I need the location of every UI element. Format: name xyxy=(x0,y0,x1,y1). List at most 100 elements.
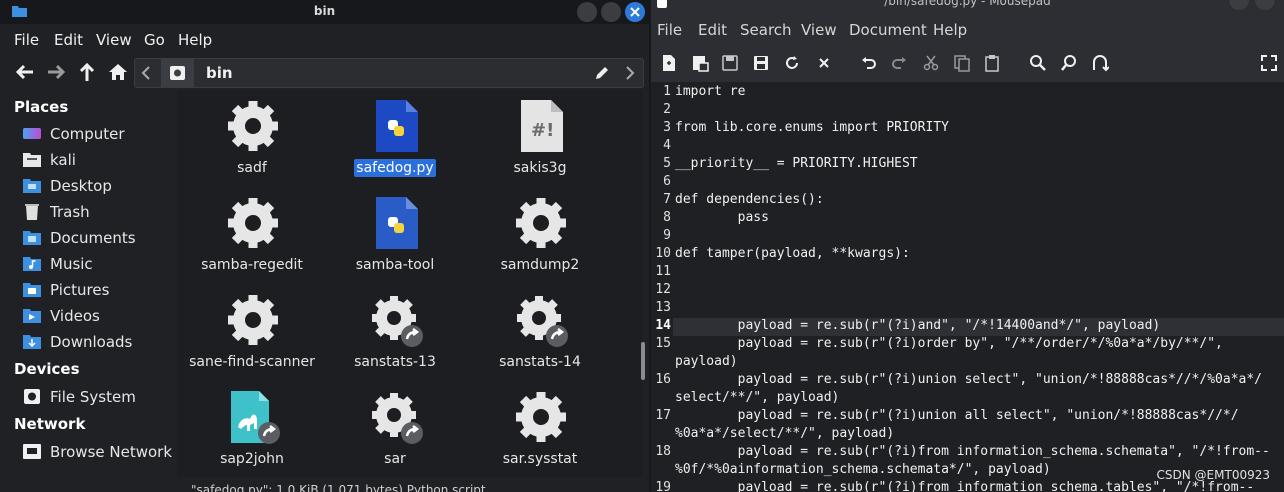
chevron-left-icon[interactable] xyxy=(141,66,151,80)
maximize-button[interactable] xyxy=(1255,0,1275,10)
path-root-button[interactable] xyxy=(161,59,194,87)
code-line: pass xyxy=(675,210,769,225)
forward-arrow-icon[interactable] xyxy=(44,60,68,84)
chevron-right-icon[interactable] xyxy=(625,66,635,80)
search-icon[interactable] xyxy=(1029,54,1047,72)
sidebar-item-kali[interactable]: kali xyxy=(22,149,172,171)
mousepad-app-icon xyxy=(657,0,667,8)
sidebar-item-label: Music xyxy=(50,255,93,273)
minimize-button[interactable] xyxy=(577,2,597,22)
code-line: payload = re.sub(r"(?i)union select", "u… xyxy=(675,372,1262,387)
file-manager-window: bin File Edit View Go Help bin Places Co… xyxy=(0,0,649,492)
file-item[interactable]: samdump2 xyxy=(465,191,615,287)
undo-icon[interactable] xyxy=(860,54,878,72)
file-item[interactable]: sadf xyxy=(177,94,327,190)
sidebar-item-videos[interactable]: Videos xyxy=(22,305,172,327)
copy-icon[interactable] xyxy=(953,54,971,72)
file-item[interactable]: sanstats-13 xyxy=(320,288,470,384)
music-folder-icon xyxy=(23,257,41,271)
home-icon[interactable] xyxy=(106,60,130,84)
sidebar-item-trash[interactable]: Trash xyxy=(22,201,172,223)
minimize-button[interactable] xyxy=(1229,0,1249,10)
menu-edit[interactable]: Edit xyxy=(54,31,83,49)
file-item[interactable]: sap2john xyxy=(177,385,327,477)
sidebar-item-music[interactable]: Music xyxy=(22,253,172,275)
file-item[interactable]: samba-tool xyxy=(320,191,470,287)
code-line: __priority__ = PRIORITY.HIGHEST xyxy=(675,156,918,171)
editor-window: /bin/safedog.py - Mousepad File Edit Sea… xyxy=(651,0,1284,492)
svg-text:#!: #! xyxy=(531,120,554,141)
fullscreen-icon[interactable] xyxy=(1260,54,1278,72)
sidebar-item-label: Computer xyxy=(50,125,125,143)
redo-icon[interactable] xyxy=(890,54,908,72)
code-line: %0a*a*/select/**/", payload) xyxy=(675,426,895,441)
file-item[interactable]: sar xyxy=(320,385,470,477)
line-number: 18 xyxy=(655,444,671,459)
up-arrow-icon[interactable] xyxy=(75,60,99,84)
file-item[interactable]: sar.sysstat xyxy=(465,385,615,477)
find-replace-icon[interactable] xyxy=(1060,54,1078,72)
line-number: 1 xyxy=(663,84,671,99)
save-as-icon[interactable] xyxy=(752,54,770,72)
back-arrow-icon[interactable] xyxy=(13,60,37,84)
menu-file[interactable]: File xyxy=(14,31,39,49)
menu-file[interactable]: File xyxy=(657,21,682,39)
file-name: sar xyxy=(384,451,406,467)
menu-view[interactable]: View xyxy=(96,31,132,49)
sidebar-item-desktop[interactable]: Desktop xyxy=(22,175,172,197)
edit-path-icon[interactable] xyxy=(594,65,610,81)
new-document-icon[interactable] xyxy=(660,54,678,72)
save-icon[interactable] xyxy=(721,54,739,72)
line-number: 14 xyxy=(655,318,671,333)
reload-icon[interactable] xyxy=(783,54,801,72)
line-number: 12 xyxy=(655,282,671,297)
status-text: "safedog.py": 1.0 KiB (1,071 bytes) Pyth… xyxy=(191,483,486,492)
sidebar-item-file-system[interactable]: File System xyxy=(22,386,172,408)
menu-edit[interactable]: Edit xyxy=(698,21,727,39)
scrollbar-thumb[interactable] xyxy=(641,342,645,380)
file-name: samba-tool xyxy=(355,257,435,273)
file-name: samba-regedit xyxy=(201,257,303,273)
file-item[interactable]: samba-regedit xyxy=(177,191,327,287)
sidebar-item-pictures[interactable]: Pictures xyxy=(22,279,172,301)
go-to-line-icon[interactable] xyxy=(1091,54,1109,72)
downloads-folder-icon xyxy=(23,335,41,349)
home-folder-icon xyxy=(23,153,41,167)
cut-icon[interactable] xyxy=(922,54,940,72)
line-number: 4 xyxy=(663,138,671,153)
menu-view[interactable]: View xyxy=(801,21,837,39)
maximize-button[interactable] xyxy=(601,2,621,22)
perl-link-icon xyxy=(231,391,280,444)
sidebar-item-browse-network[interactable]: Browse Network xyxy=(22,441,172,463)
menu-help[interactable]: Help xyxy=(178,31,212,49)
watermark: CSDN @EMT00923 xyxy=(1156,468,1270,482)
network-icon xyxy=(23,444,41,459)
drive-icon xyxy=(170,66,185,80)
code-line: def dependencies(): xyxy=(675,192,824,207)
file-item[interactable]: #! sakis3g xyxy=(465,94,615,190)
menu-help[interactable]: Help xyxy=(933,21,967,39)
close-document-icon[interactable] xyxy=(815,54,833,72)
sidebar-item-documents[interactable]: Documents xyxy=(22,227,172,249)
gear-icon xyxy=(228,198,278,248)
menu-document[interactable]: Document xyxy=(849,21,927,39)
menu-go[interactable]: Go xyxy=(144,31,165,49)
new-window-icon[interactable] xyxy=(691,54,709,72)
paste-icon[interactable] xyxy=(983,54,1001,72)
code-editor[interactable]: 1 2 3 4 5 6 7 8 9 10 11 12 13 14 15 16 17 18 19 import re f… xyxy=(651,82,1284,492)
videos-folder-icon xyxy=(23,309,41,323)
file-item-selected[interactable]: safedog.py xyxy=(320,94,470,190)
sidebar-item-computer[interactable]: Computer xyxy=(22,123,172,145)
line-number-gutter: 1 2 3 4 5 6 7 8 9 10 11 12 13 14 15 16 17 18 19 xyxy=(651,82,673,492)
file-item[interactable]: sane-find-scanner xyxy=(177,288,327,384)
line-number: 8 xyxy=(663,210,671,225)
file-item[interactable]: sanstats-14 xyxy=(465,288,615,384)
close-button[interactable] xyxy=(625,2,645,22)
sidebar-item-label: File System xyxy=(50,388,136,406)
sidebar-item-downloads[interactable]: Downloads xyxy=(22,331,172,353)
editor-window-title: /bin/safedog.py - Mousepad xyxy=(884,0,1051,8)
code-line: payload) xyxy=(675,354,738,369)
path-current-folder[interactable]: bin xyxy=(206,64,233,82)
menu-search[interactable]: Search xyxy=(740,21,792,39)
code-line: payload = re.sub(r"(?i)order by", "/**/o… xyxy=(675,336,1223,351)
